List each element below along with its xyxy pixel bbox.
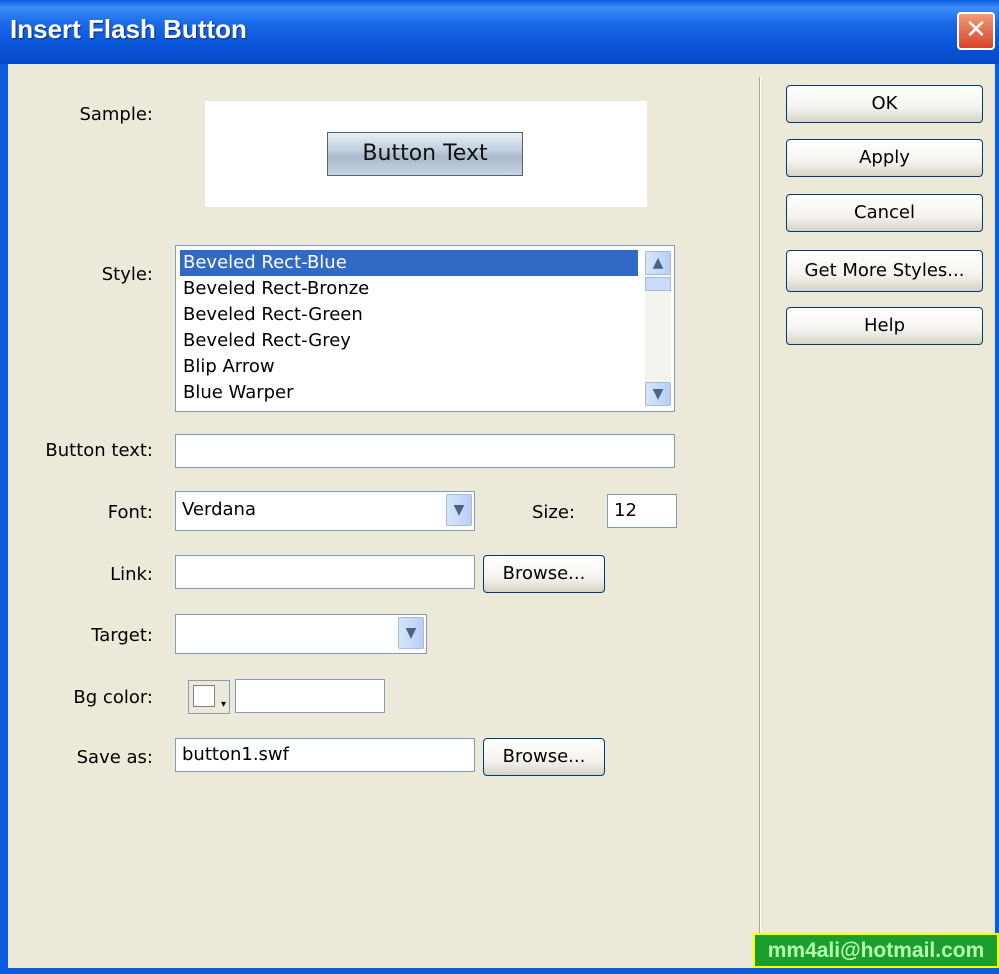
font-value: Verdana — [182, 499, 256, 520]
title-bar[interactable]: Insert Flash Button ✕ — [0, 0, 999, 64]
link-input[interactable] — [175, 555, 475, 589]
help-button[interactable]: Help — [786, 307, 983, 345]
style-scrollbar[interactable]: ▲ ▼ — [645, 251, 671, 406]
size-label: Size: — [531, 502, 575, 523]
style-list-item[interactable]: Beveled Rect-Blue — [180, 250, 638, 276]
style-list-item[interactable]: Beveled Rect-Bronze — [180, 276, 638, 302]
link-label: Link: — [110, 564, 153, 585]
sample-button-preview: Button Text — [327, 132, 523, 176]
style-label: Style: — [101, 264, 153, 285]
target-select[interactable]: ▼ — [175, 614, 427, 654]
sample-label: Sample: — [79, 104, 153, 125]
style-list-item[interactable]: Beveled Rect-Grey — [180, 328, 638, 354]
style-list-item[interactable]: Blip Arrow — [180, 354, 638, 380]
target-label: Target: — [91, 625, 153, 646]
close-button[interactable]: ✕ — [957, 12, 995, 50]
chevron-up-icon: ▲ — [652, 255, 664, 271]
font-label: Font: — [107, 502, 153, 523]
scroll-down-button[interactable]: ▼ — [645, 382, 671, 406]
chevron-down-icon: ▾ — [220, 699, 226, 710]
color-swatch-icon — [193, 685, 215, 707]
style-listbox[interactable]: Beveled Rect-Blue Beveled Rect-Bronze Beve… — [175, 245, 675, 412]
bg-color-input[interactable] — [235, 679, 385, 713]
style-list-item[interactable]: Beveled Rect-Green — [180, 302, 638, 328]
cancel-button[interactable]: Cancel — [786, 194, 983, 232]
style-list-items: Beveled Rect-Blue Beveled Rect-Bronze Beve… — [180, 250, 638, 406]
bg-color-picker[interactable]: ▾ — [188, 680, 230, 714]
close-icon: ✕ — [965, 15, 987, 45]
scroll-thumb[interactable] — [645, 277, 671, 291]
sample-preview: Button Text — [205, 101, 647, 207]
target-dropdown-button[interactable]: ▼ — [398, 617, 424, 649]
chevron-down-icon: ▼ — [652, 386, 664, 402]
ok-button[interactable]: OK — [786, 85, 983, 123]
link-browse-button[interactable]: Browse... — [483, 555, 605, 593]
style-list-item[interactable]: Blue Warper — [180, 380, 638, 406]
save-as-input[interactable]: button1.swf — [175, 738, 475, 772]
save-as-label: Save as: — [76, 747, 153, 768]
dialog-title: Insert Flash Button — [10, 14, 247, 44]
chevron-down-icon: ▼ — [405, 625, 417, 641]
size-input[interactable]: 12 — [607, 494, 677, 528]
get-more-styles-button[interactable]: Get More Styles... — [786, 250, 983, 292]
apply-button[interactable]: Apply — [786, 139, 983, 177]
button-text-input[interactable] — [175, 434, 675, 468]
save-as-browse-button[interactable]: Browse... — [483, 738, 605, 776]
button-text-label: Button text: — [45, 440, 153, 461]
scroll-up-button[interactable]: ▲ — [645, 251, 671, 275]
vertical-separator — [759, 77, 761, 962]
bg-color-label: Bg color: — [73, 687, 153, 708]
watermark-label: mm4ali@hotmail.com — [753, 933, 999, 968]
